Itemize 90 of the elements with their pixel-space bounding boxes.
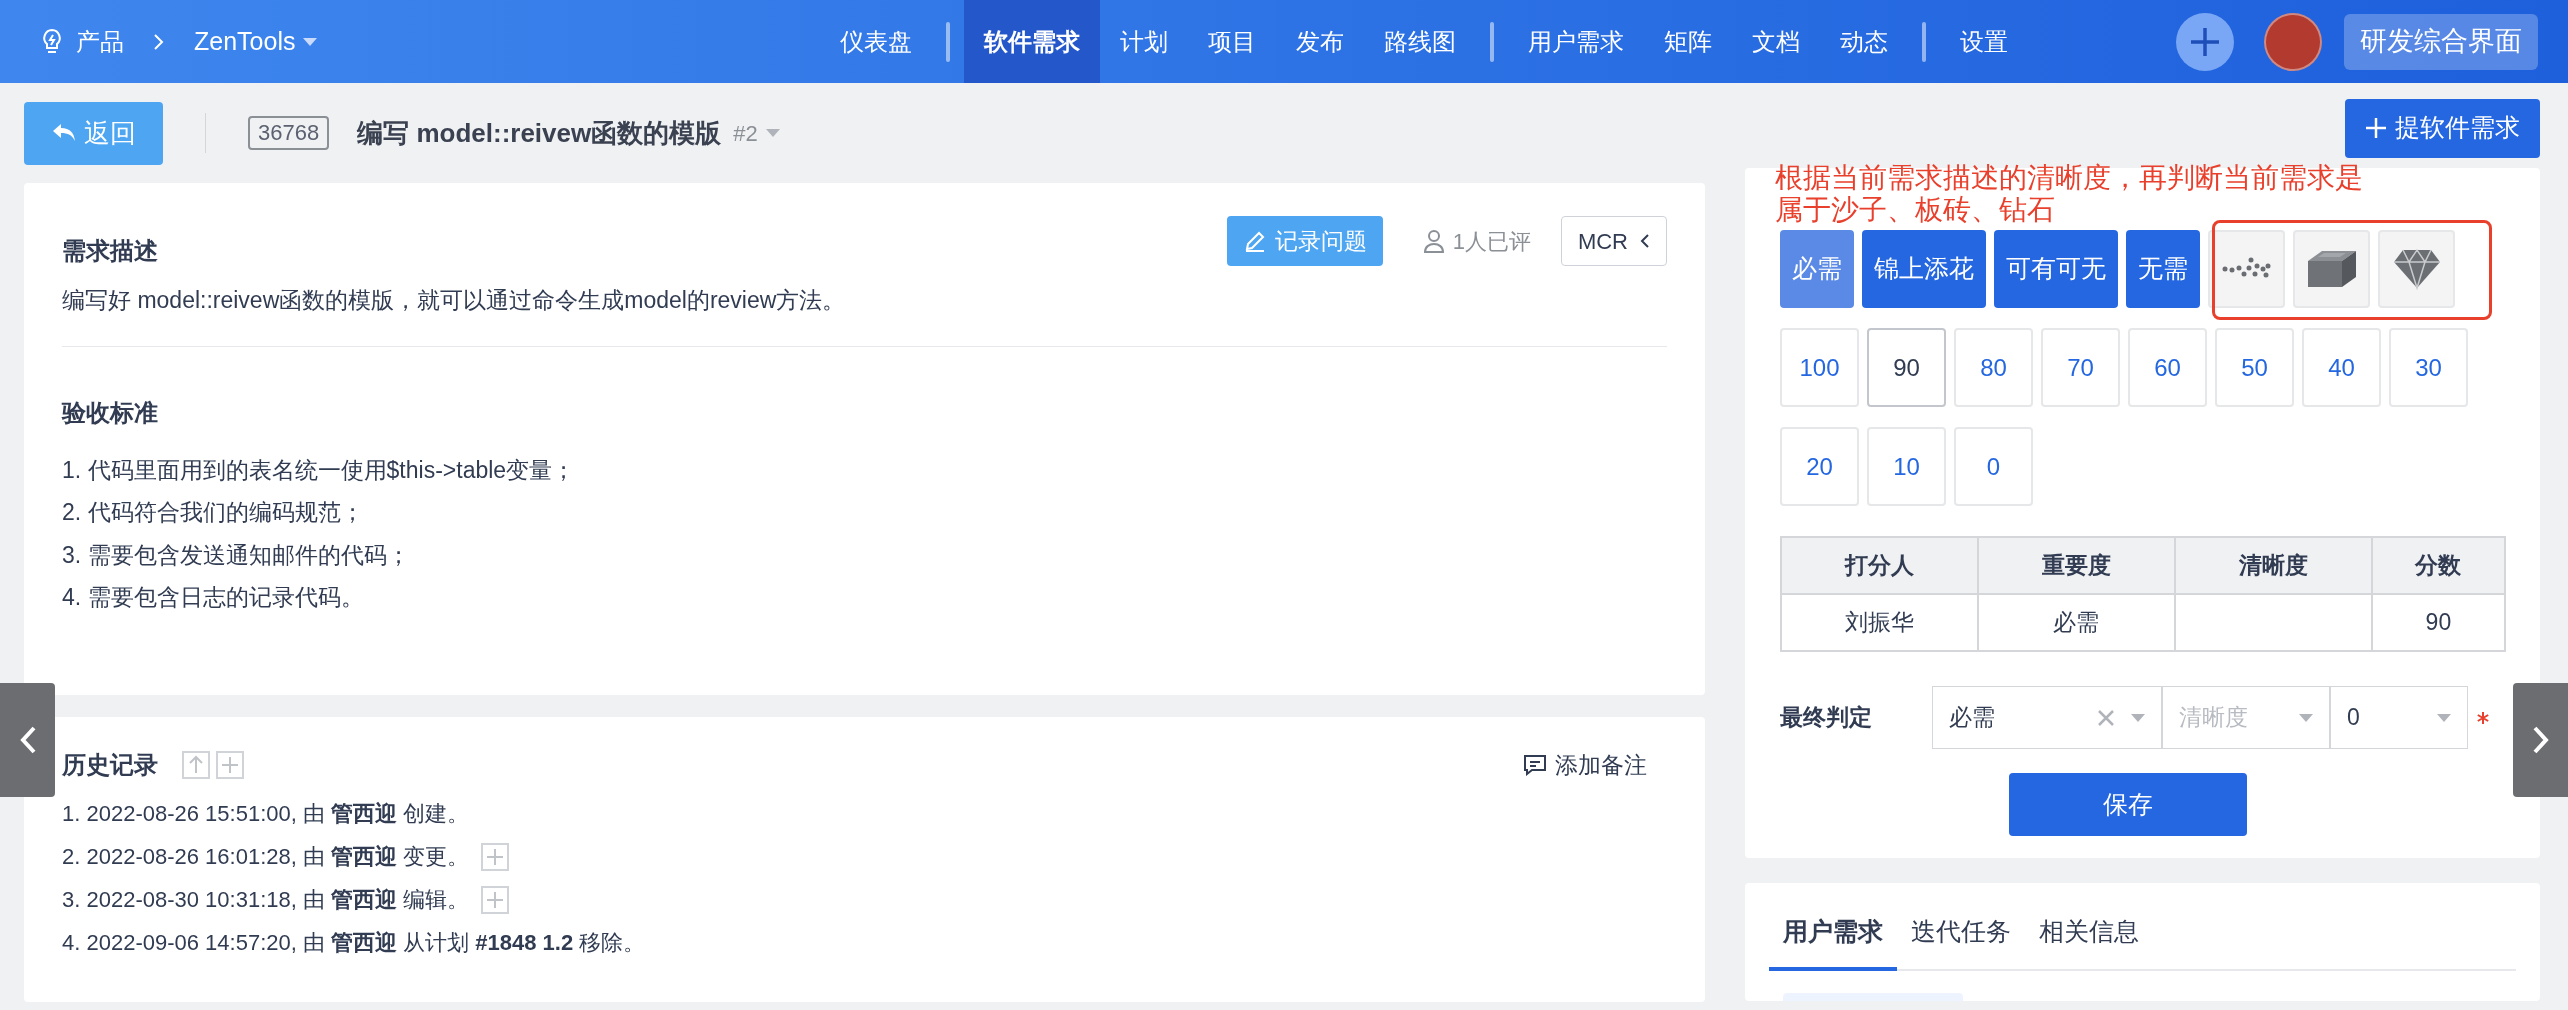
- nav-tab[interactable]: 矩阵: [1644, 0, 1732, 83]
- sand-option[interactable]: [2208, 230, 2285, 308]
- nav-tab[interactable]: 用户需求: [1508, 0, 1644, 83]
- expand-icon[interactable]: [481, 885, 510, 914]
- review-count: 1人已评: [1452, 227, 1531, 256]
- table-cell: 刘振华: [1781, 594, 1978, 651]
- importance-option[interactable]: 必需: [1780, 230, 1854, 308]
- save-button[interactable]: 保存: [2008, 773, 2247, 836]
- nav-tab[interactable]: 软件需求: [964, 0, 1100, 83]
- importance-option[interactable]: 锦上添花: [1862, 230, 1986, 308]
- brick-option[interactable]: [2293, 230, 2370, 308]
- column-header: 重要度: [1977, 537, 2175, 594]
- nav-tab[interactable]: 路线图: [1364, 0, 1476, 83]
- annotation-text: 根据当前需求描述的清晰度，再判断当前需求是属于沙子、板砖、钻石: [1775, 162, 2364, 226]
- nav-tab[interactable]: 项目: [1188, 0, 1276, 83]
- chevron-right-icon: [152, 31, 166, 52]
- version-dropdown[interactable]: #2: [733, 116, 780, 150]
- score-option[interactable]: 100: [1780, 328, 1859, 407]
- importance-option[interactable]: 无需: [2126, 230, 2200, 308]
- workspace-button[interactable]: 研发综合界面: [2344, 13, 2538, 70]
- caret-down-icon: [303, 37, 318, 46]
- table-cell: 90: [2371, 594, 2505, 651]
- section-heading: 历史记录: [62, 750, 158, 780]
- history-entry: 3. 2022-08-30 10:31:18, 由 管西迎 编辑。: [62, 886, 470, 914]
- tab[interactable]: 迭代任务: [1897, 913, 2025, 971]
- importance-select[interactable]: 必需: [1932, 686, 2162, 749]
- description-text: 编写好 model::reivew函数的模版，就可以通过命令生成model的review方法。: [62, 283, 1667, 347]
- brick-icon: [2305, 249, 2358, 289]
- add-note-button[interactable]: 添加备注: [1523, 747, 1647, 783]
- section-heading: 需求描述: [62, 236, 158, 266]
- caret-down-icon: [765, 129, 780, 137]
- caret-down-icon: [2131, 713, 2145, 722]
- history-entry: 1. 2022-08-26 15:51:00, 由 管西迎 创建。: [62, 800, 470, 828]
- score-option[interactable]: 80: [1954, 328, 2033, 407]
- score-select[interactable]: 0: [2330, 686, 2468, 749]
- story-id: 36768: [248, 116, 330, 150]
- clear-icon[interactable]: [2097, 708, 2115, 727]
- diamond-option[interactable]: [2378, 230, 2455, 308]
- caret-down-icon: [2299, 713, 2313, 722]
- column-header: 清晰度: [2174, 537, 2372, 594]
- person-icon: [1422, 229, 1445, 253]
- record-issue-button[interactable]: 记录问题: [1226, 216, 1383, 266]
- return-icon: [51, 123, 76, 143]
- expand-icon[interactable]: [481, 842, 510, 871]
- back-button[interactable]: 返回: [24, 101, 163, 165]
- nav-tab[interactable]: 计划: [1100, 0, 1188, 83]
- list-item: 2. 代码符合我们的编码规范；: [62, 498, 365, 527]
- nav-tab[interactable]: 设置: [1940, 0, 2028, 83]
- list-item: 3. 需要包含发送通知邮件的代码；: [62, 540, 411, 570]
- history-entry: 4. 2022-09-06 14:57:20, 由 管西迎 从计划 #1848 1.2 移除。: [62, 929, 646, 957]
- list-item: 4. 需要包含日志的记录代码。: [62, 583, 365, 612]
- score-option[interactable]: 70: [2041, 328, 2120, 407]
- final-label: 最终判定: [1780, 703, 1873, 733]
- arrow-up-icon[interactable]: [182, 751, 210, 779]
- expand-icon[interactable]: [216, 751, 244, 779]
- history-entry: 2. 2022-08-26 16:01:28, 由 管西迎 变更。: [62, 843, 470, 871]
- project-switcher[interactable]: ZenTools: [194, 22, 318, 61]
- tab[interactable]: 相关信息: [2025, 913, 2153, 971]
- nav-tab[interactable]: 动态: [1820, 0, 1908, 83]
- plus-icon: [2365, 117, 2387, 139]
- score-option[interactable]: 0: [1954, 427, 2033, 506]
- lightbulb-icon: [40, 27, 64, 56]
- list-item: 1. 代码里面用到的表名统一使用$this->table变量；: [62, 455, 577, 485]
- next-button[interactable]: [2513, 683, 2568, 797]
- previous-button[interactable]: [0, 683, 55, 797]
- score-option[interactable]: 50: [2215, 328, 2294, 407]
- caret-down-icon: [2437, 713, 2451, 722]
- nav-tab[interactable]: 发布: [1276, 0, 1364, 83]
- score-option[interactable]: 10: [1867, 427, 1946, 506]
- nav-tab[interactable]: 仪表盘: [820, 0, 932, 83]
- mcr-button[interactable]: MCR: [1560, 216, 1667, 266]
- column-header: 分数: [2371, 537, 2505, 594]
- product-label[interactable]: 产品: [76, 23, 124, 60]
- table-cell: 必需: [1977, 594, 2175, 651]
- comment-icon: [1523, 754, 1547, 776]
- create-story-button[interactable]: 提软件需求: [2345, 98, 2540, 158]
- chevron-left-icon: [1640, 233, 1650, 249]
- avatar[interactable]: [2264, 12, 2322, 71]
- score-option[interactable]: 90: [1867, 328, 1946, 407]
- score-option[interactable]: 40: [2302, 328, 2381, 407]
- story-title: 编写 model::reivew函数的模版: [357, 116, 722, 150]
- section-heading: 验收标准: [62, 397, 159, 428]
- importance-option[interactable]: 可有可无: [1994, 230, 2118, 308]
- tab[interactable]: 用户需求: [1769, 913, 1897, 971]
- diamond-icon: [2392, 248, 2441, 290]
- score-option[interactable]: 60: [2128, 328, 2207, 407]
- score-option[interactable]: 30: [2389, 328, 2468, 407]
- score-option[interactable]: 20: [1780, 427, 1859, 506]
- column-header: 打分人: [1781, 537, 1978, 594]
- nav-tab[interactable]: 文档: [1732, 0, 1820, 83]
